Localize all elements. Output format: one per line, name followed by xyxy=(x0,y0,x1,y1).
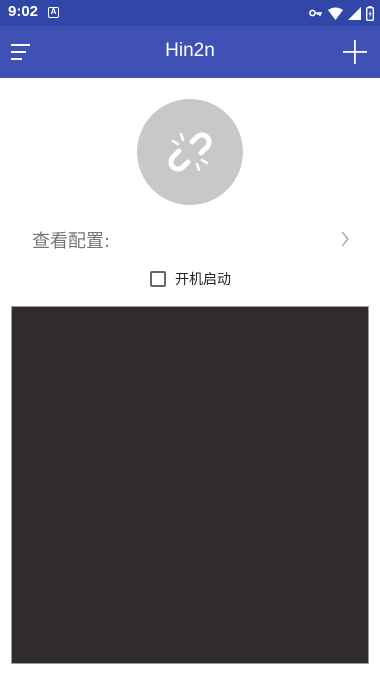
battery-icon xyxy=(366,5,374,21)
status-bar: 9:02 A xyxy=(0,0,380,26)
view-config-row[interactable]: 查看配置: xyxy=(32,224,350,254)
status-time: 9:02 xyxy=(8,3,39,20)
broken-link-icon xyxy=(168,132,212,172)
view-config-label: 查看配置: xyxy=(32,231,111,252)
status-icons xyxy=(309,5,374,21)
autostart-label: 开机启动 xyxy=(175,272,231,288)
app-title: Hin2n xyxy=(165,40,215,61)
add-icon[interactable] xyxy=(342,39,368,65)
vpn-key-icon xyxy=(309,9,322,17)
app-bar: Hin2n xyxy=(0,26,380,78)
log-panel[interactable] xyxy=(11,306,369,664)
wifi-icon xyxy=(328,7,343,20)
a-notification-icon: A xyxy=(48,7,59,18)
chevron-right-icon xyxy=(341,231,349,247)
signal-icon xyxy=(348,6,361,20)
connect-button[interactable] xyxy=(137,99,243,205)
autostart-checkbox[interactable] xyxy=(150,271,166,287)
autostart-row[interactable]: 开机启动 xyxy=(150,268,231,290)
